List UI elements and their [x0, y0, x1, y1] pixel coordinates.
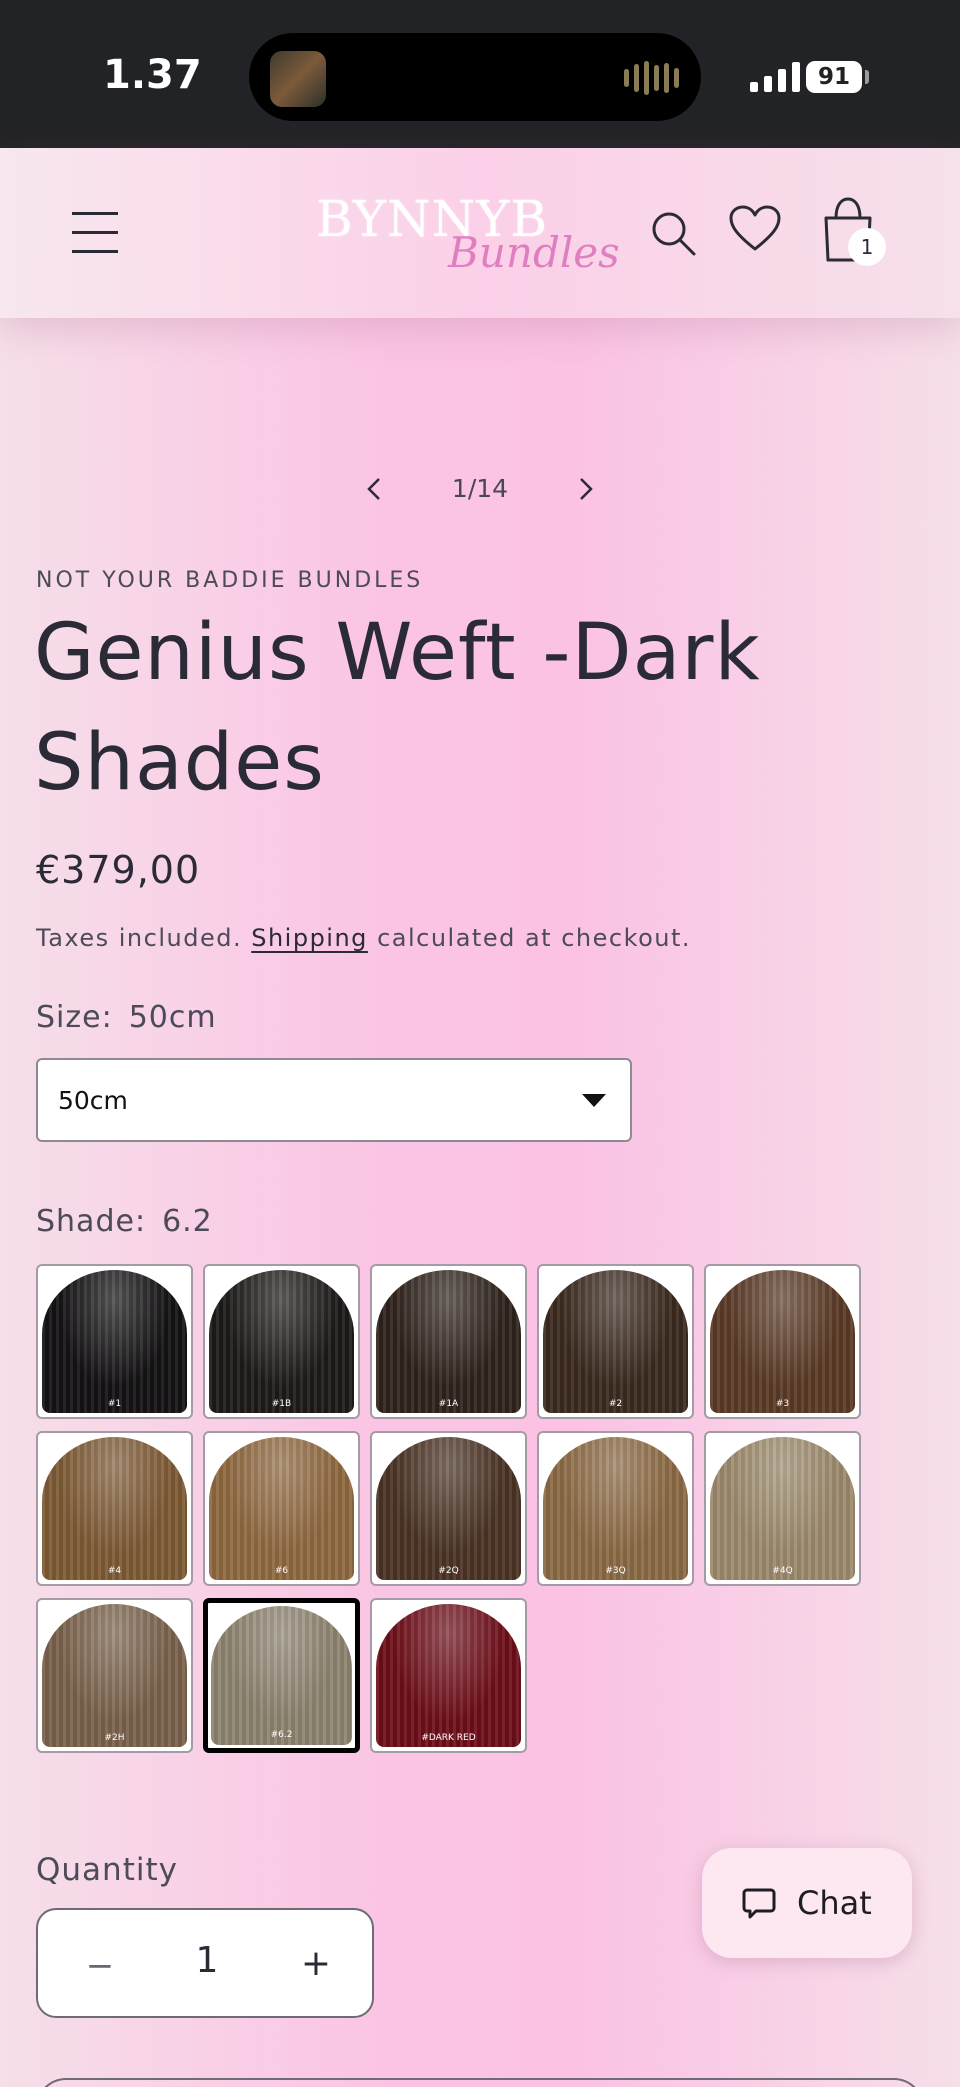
quantity-stepper: − 1 + [36, 1908, 374, 2018]
swatch-hair-image [42, 1437, 187, 1580]
shade-label: Shade: 6.2 [36, 1204, 213, 1239]
swatch-hair-image [211, 1606, 352, 1745]
swatch-hair-image [209, 1437, 354, 1580]
shade-swatch[interactable]: #4 [36, 1431, 193, 1586]
site-header: BYNNYB Bundles 1 [0, 148, 960, 318]
battery-tip [865, 70, 869, 84]
gallery-counter: 1/14 [451, 474, 509, 503]
swatch-hair-image [209, 1270, 354, 1413]
shade-swatch[interactable]: #2Q [370, 1431, 527, 1586]
chat-label: Chat [797, 1884, 872, 1922]
swatch-hair-image [42, 1270, 187, 1413]
quantity-label: Quantity [36, 1852, 178, 1888]
dynamic-island[interactable] [249, 33, 701, 121]
product-title: Genius Weft -Dark Shades [34, 608, 761, 808]
shade-swatch[interactable]: #1B [203, 1264, 360, 1419]
chevron-left-icon[interactable] [360, 474, 390, 504]
size-select-value: 50cm [58, 1086, 128, 1115]
tax-note: Taxes included. Shipping calculated at c… [36, 924, 691, 952]
cellular-signal-icon [750, 58, 800, 92]
swatch-hair-image [710, 1437, 855, 1580]
swatch-code-label: #3 [775, 1399, 790, 1409]
swatch-hair-image [376, 1437, 521, 1580]
quantity-decrease-button[interactable]: − [80, 1946, 120, 1986]
swatch-code-label: #2H [104, 1733, 125, 1743]
swatch-code-label: #2Q [438, 1566, 459, 1576]
tax-note-suffix: calculated at checkout. [377, 924, 692, 952]
chevron-right-icon[interactable] [570, 474, 600, 504]
status-time: 1.37 [103, 52, 202, 98]
swatch-code-label: #DARK RED [421, 1733, 476, 1743]
product-price: €379,00 [36, 848, 201, 892]
quantity-increase-button[interactable]: + [296, 1944, 336, 1984]
swatch-code-label: #6.2 [270, 1730, 293, 1740]
tax-note-prefix: Taxes included. [36, 924, 243, 952]
quantity-input[interactable]: 1 [167, 1940, 247, 1981]
swatch-code-label: #1A [438, 1399, 459, 1409]
shipping-link[interactable]: Shipping [251, 924, 368, 952]
swatch-hair-image [376, 1604, 521, 1747]
logo-script: Bundles [448, 228, 620, 277]
chat-button[interactable]: Chat [702, 1848, 912, 1958]
shade-swatch[interactable]: #3 [704, 1264, 861, 1419]
audio-waveform-icon [624, 61, 679, 95]
swatch-hair-image [543, 1270, 688, 1413]
shade-swatch[interactable]: #3Q [537, 1431, 694, 1586]
add-to-cart-button[interactable] [36, 2078, 924, 2087]
size-label-text: Size: [36, 1000, 113, 1035]
site-logo[interactable]: BYNNYB Bundles [312, 190, 620, 280]
swatch-code-label: #2 [608, 1399, 623, 1409]
battery-icon: 91 [806, 61, 862, 93]
status-bar: 1.37 91 [0, 0, 960, 148]
size-current-value: 50cm [128, 1000, 217, 1035]
product-vendor[interactable]: NOT YOUR BADDIE BUNDLES [36, 568, 423, 593]
swatch-code-label: #1 [107, 1399, 122, 1409]
cart-count-badge: 1 [848, 228, 886, 266]
search-icon[interactable] [648, 208, 698, 258]
wishlist-heart-icon[interactable] [728, 204, 782, 254]
swatch-hair-image [710, 1270, 855, 1413]
now-playing-artwork [270, 51, 326, 107]
shade-swatch[interactable]: #2H [36, 1598, 193, 1753]
caret-down-icon [582, 1094, 606, 1107]
shade-swatch[interactable]: #2 [537, 1264, 694, 1419]
swatch-code-label: #6 [274, 1566, 289, 1576]
swatch-code-label: #4 [107, 1566, 122, 1576]
gallery-pager: 1/14 [360, 470, 600, 510]
swatch-hair-image [42, 1604, 187, 1747]
size-label: Size: 50cm [36, 1000, 217, 1035]
shade-swatch[interactable]: #DARK RED [370, 1598, 527, 1753]
shade-swatch[interactable]: #6 [203, 1431, 360, 1586]
swatch-code-label: #1B [271, 1399, 292, 1409]
shade-swatch[interactable]: #1 [36, 1264, 193, 1419]
chat-bubble-icon [742, 1888, 776, 1919]
swatch-code-label: #4Q [772, 1566, 793, 1576]
hamburger-menu-icon[interactable] [72, 212, 118, 254]
size-select[interactable]: 50cm [36, 1058, 632, 1142]
shade-swatch[interactable]: #4Q [704, 1431, 861, 1586]
swatch-hair-image [543, 1437, 688, 1580]
swatch-code-label: #3Q [605, 1566, 626, 1576]
shade-label-text: Shade: [36, 1204, 147, 1239]
shade-current-value: 6.2 [162, 1204, 213, 1239]
shade-swatch[interactable]: #1A [370, 1264, 527, 1419]
swatch-hair-image [376, 1270, 521, 1413]
shade-swatch[interactable]: #6.2 [203, 1598, 360, 1753]
